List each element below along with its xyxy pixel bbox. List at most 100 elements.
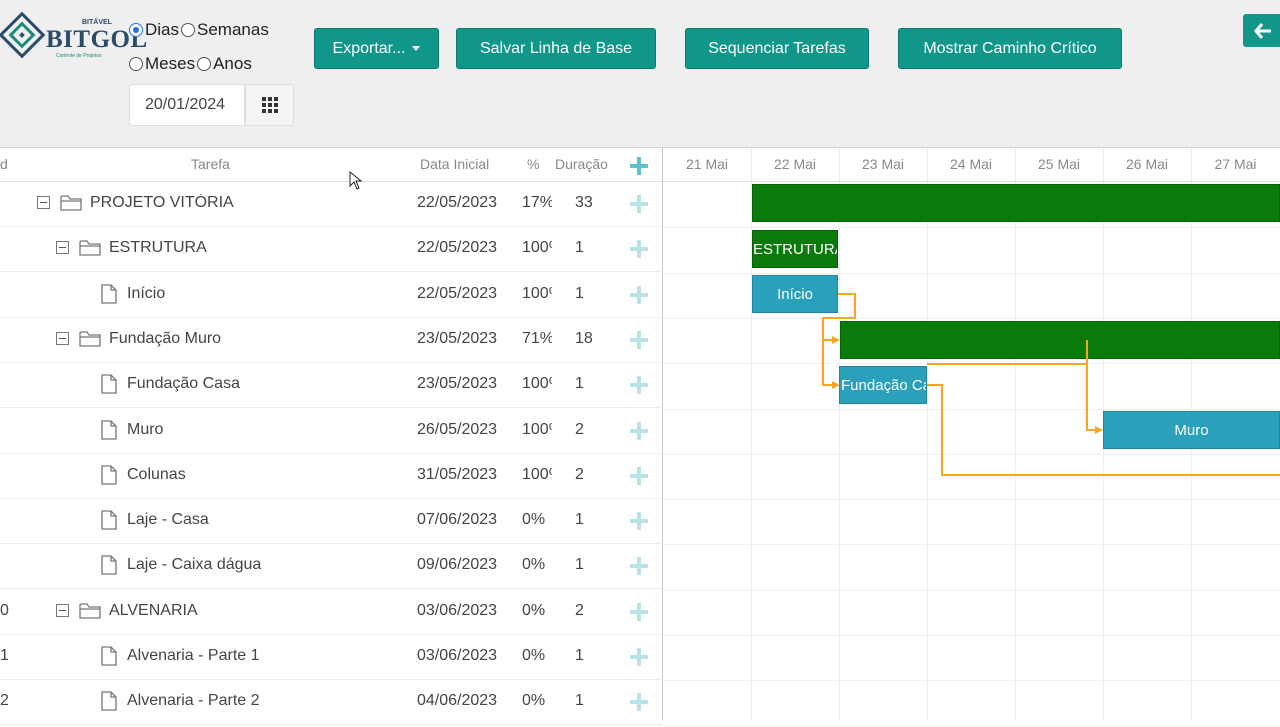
day-label: 26 Mai: [1125, 156, 1169, 172]
timeline-row-line: [663, 227, 1280, 229]
add-subtask-icon[interactable]: [630, 240, 648, 259]
task-row[interactable]: Laje - Casa 07/06/2023 0% 1: [0, 499, 662, 545]
add-subtask-icon[interactable]: [630, 512, 648, 531]
folder-icon: [79, 331, 101, 347]
view-options-row-2: Meses Anos: [129, 54, 254, 74]
task-row[interactable]: Início 22/05/2023 100% 1: [0, 273, 662, 318]
task-row[interactable]: Laje - Caixa dágua 09/06/2023 0% 1: [0, 544, 662, 590]
task-name: ALVENARIA: [109, 601, 198, 619]
column-percent: %: [527, 156, 540, 172]
task-row[interactable]: Muro 26/05/2023 100% 2: [0, 409, 662, 454]
gantt-bar-muro[interactable]: Muro: [1103, 411, 1280, 449]
task-name: Laje - Caixa dágua: [127, 556, 262, 574]
mouse-cursor-icon: [349, 171, 363, 190]
date-input[interactable]: 20/01/2024: [129, 84, 245, 126]
task-duration: 2: [575, 601, 584, 619]
view-option-months[interactable]: Meses: [129, 54, 195, 74]
collapse-toggle-icon[interactable]: [37, 196, 50, 209]
collapse-toggle-icon[interactable]: [56, 603, 69, 617]
timeline-row-line: [663, 317, 1280, 319]
view-option-years[interactable]: Anos: [197, 54, 252, 74]
timeline-header: 21 Mai 22 Mai 23 Mai 24 Mai 25 Mai 26 Ma…: [663, 148, 1280, 182]
task-percent: 100%: [522, 375, 552, 393]
day-label: 21 Mai: [685, 156, 729, 172]
task-id: 0: [0, 601, 9, 619]
folder-icon: [79, 603, 101, 619]
critical-path-button[interactable]: Mostrar Caminho Crítico: [898, 28, 1122, 69]
save-baseline-button[interactable]: Salvar Linha de Base: [456, 28, 656, 69]
file-icon: [101, 691, 117, 711]
task-row[interactable]: 2 Alvenaria - Parte 2 04/06/2023 0% 1: [0, 680, 662, 726]
calendar-button[interactable]: [245, 84, 294, 126]
add-subtask-icon[interactable]: [630, 195, 648, 213]
task-name: Alvenaria - Parte 2: [127, 692, 260, 710]
gantt-bar-fundacao-casa[interactable]: Fundação Casa: [839, 366, 927, 404]
task-name: Colunas: [127, 465, 186, 483]
task-name: Laje - Casa: [127, 511, 209, 529]
gantt-bar-fundacao-muro[interactable]: [840, 321, 1280, 359]
timeline-row-line: [663, 363, 1280, 365]
task-start-date: 31/05/2023: [417, 465, 498, 483]
file-icon: [101, 374, 117, 394]
task-start-date: 07/06/2023: [417, 511, 498, 529]
task-row[interactable]: ESTRUTURA 22/05/2023 100% 1: [0, 227, 662, 273]
radio-years[interactable]: [197, 57, 212, 71]
add-subtask-icon[interactable]: [630, 648, 648, 666]
timeline-row-line: [663, 680, 1280, 682]
day-label: 22 Mai: [773, 156, 817, 172]
gantt-bar-estrutura[interactable]: ESTRUTURA: [752, 230, 838, 268]
export-button[interactable]: Exportar...: [314, 28, 439, 69]
task-duration: 2: [575, 465, 584, 483]
task-row[interactable]: Fundação Casa 23/05/2023 100% 1: [0, 363, 662, 409]
calendar-grid-icon: [261, 97, 278, 113]
view-options-row-1: Dias Semanas: [129, 20, 271, 40]
timeline-row-line: [663, 453, 1280, 455]
folder-icon: [60, 195, 82, 211]
task-duration: 1: [575, 239, 584, 257]
add-subtask-icon[interactable]: [630, 285, 648, 304]
add-subtask-icon[interactable]: [630, 557, 648, 576]
add-subtask-icon[interactable]: [630, 693, 648, 712]
task-start-date: 23/05/2023: [417, 375, 498, 393]
task-duration: 2: [575, 420, 584, 438]
collapse-toggle-icon[interactable]: [56, 331, 69, 345]
logo-top-text: BITÁVEL: [82, 19, 112, 26]
add-subtask-icon[interactable]: [630, 466, 648, 485]
view-option-weeks[interactable]: Semanas: [181, 20, 269, 40]
task-row[interactable]: Fundação Muro 23/05/2023 71% 18: [0, 318, 662, 363]
add-subtask-icon[interactable]: [630, 602, 648, 621]
task-id: 2: [0, 692, 9, 710]
radio-months[interactable]: [129, 57, 143, 71]
add-subtask-icon[interactable]: [630, 421, 648, 440]
radio-weeks[interactable]: [181, 23, 196, 37]
gantt-bar-projeto-vitoria[interactable]: [752, 184, 1280, 222]
task-start-date: 09/06/2023: [417, 556, 498, 574]
add-subtask-icon[interactable]: [630, 376, 648, 395]
task-duration: 1: [575, 284, 584, 302]
timeline-row-line: [663, 544, 1280, 546]
timeline-row-line: [663, 725, 1280, 727]
gantt-bar-inicio[interactable]: Início: [752, 275, 838, 313]
task-percent: 0%: [522, 556, 546, 574]
radio-days[interactable]: [129, 23, 143, 37]
task-row[interactable]: 0 ALVENARIA 03/06/2023 0% 2: [0, 590, 662, 635]
task-row[interactable]: PROJETO VITÓRIA 22/05/2023 17% 33: [0, 182, 662, 227]
task-name: PROJETO VITÓRIA: [90, 194, 234, 211]
view-option-days[interactable]: Dias: [129, 20, 179, 40]
back-button[interactable]: [1243, 14, 1280, 47]
day-label: 24 Mai: [949, 156, 993, 172]
task-row[interactable]: Colunas 31/05/2023 100% 2: [0, 454, 662, 499]
caret-down-icon: [412, 46, 421, 51]
task-duration: 1: [575, 375, 584, 393]
task-row[interactable]: 1 Alvenaria - Parte 1 03/06/2023 0% 1: [0, 635, 662, 680]
task-start-date: 22/05/2023: [417, 284, 498, 302]
timeline-row-line: [663, 272, 1280, 274]
day-label: 25 Mai: [1037, 156, 1081, 172]
sequence-tasks-button[interactable]: Sequenciar Tarefas: [685, 28, 869, 69]
add-subtask-icon[interactable]: [630, 330, 648, 349]
timeline-row-line: [663, 635, 1280, 636]
task-percent: 0%: [522, 647, 546, 664]
collapse-toggle-icon[interactable]: [56, 241, 69, 255]
add-task-icon[interactable]: [630, 157, 648, 175]
day-label: 27 Mai: [1214, 156, 1257, 172]
